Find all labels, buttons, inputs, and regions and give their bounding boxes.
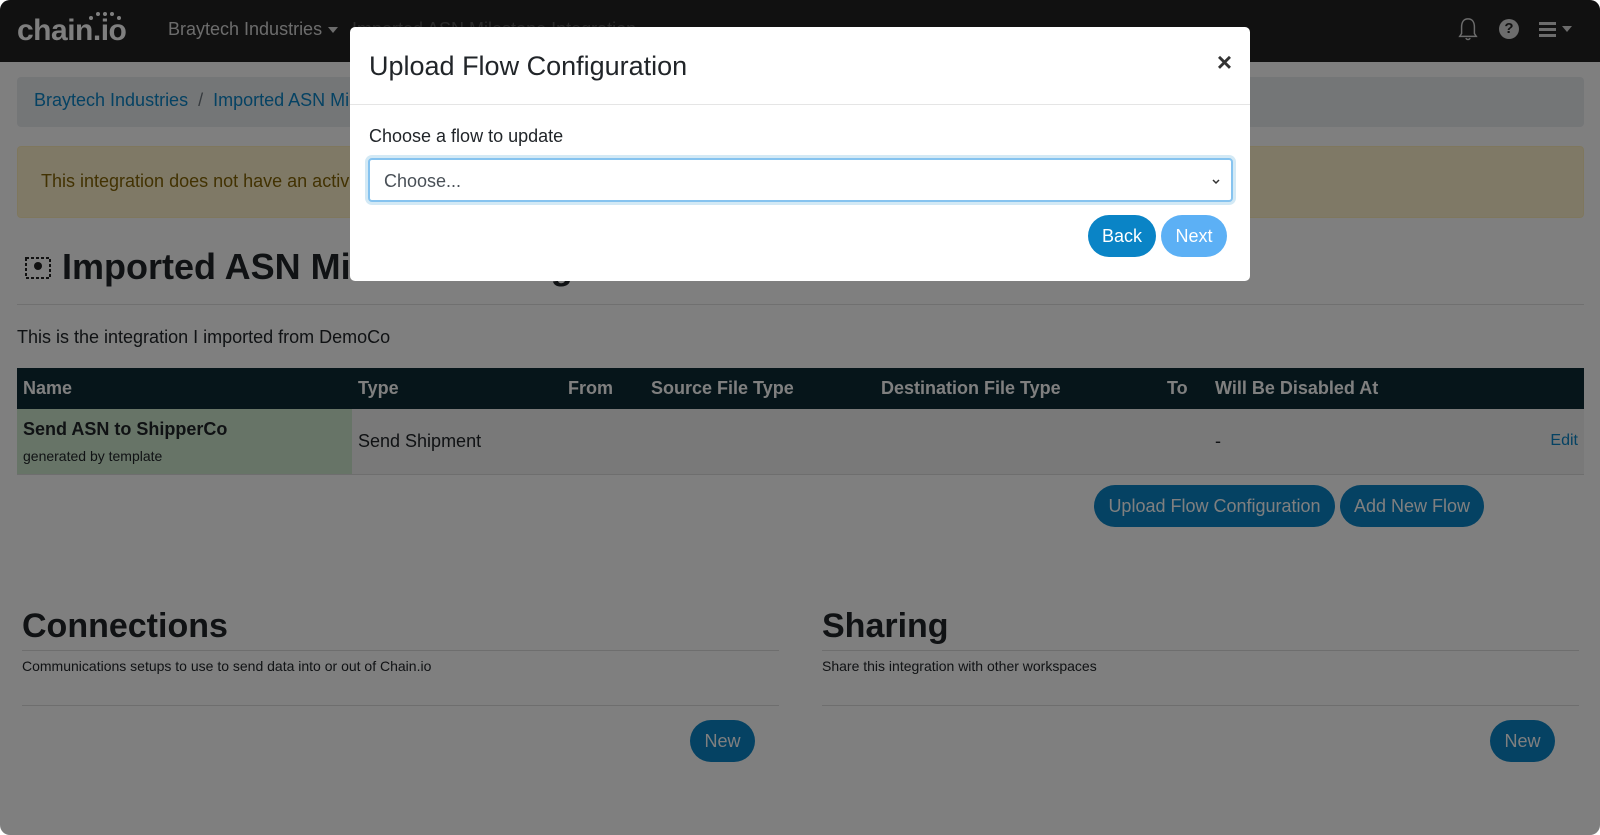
- chevron-down-icon: [1212, 179, 1220, 185]
- modal-header: Upload Flow Configuration ×: [350, 27, 1250, 105]
- app-window: chain.io Braytech Industries Imported AS…: [0, 0, 1600, 835]
- next-button[interactable]: Next: [1161, 215, 1227, 257]
- flow-select[interactable]: Choose...: [368, 158, 1233, 202]
- back-button[interactable]: Back: [1088, 215, 1156, 257]
- upload-flow-modal: Upload Flow Configuration × Choose a flo…: [350, 27, 1250, 281]
- flow-select-value: Choose...: [384, 171, 462, 191]
- modal-title: Upload Flow Configuration: [369, 51, 688, 81]
- flow-select-label: Choose a flow to update: [369, 126, 564, 146]
- close-icon[interactable]: ×: [1217, 47, 1232, 78]
